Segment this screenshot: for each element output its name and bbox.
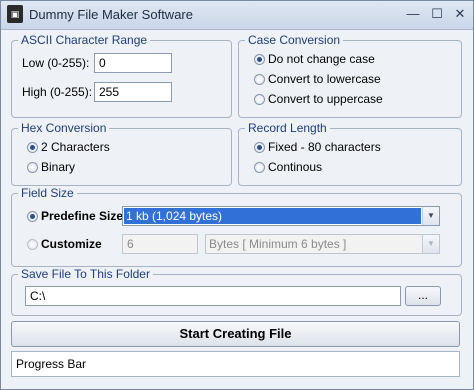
- fixed-80-label[interactable]: Fixed - 80 characters: [268, 140, 381, 154]
- customize-size-input[interactable]: 6: [122, 234, 198, 254]
- start-creating-file-button[interactable]: Start Creating File: [11, 321, 460, 347]
- hex-conversion-group: Hex Conversion 2 Characters Binary: [11, 121, 232, 186]
- record-length-group: Record Length Fixed - 80 characters Cont…: [238, 121, 462, 186]
- case-conversion-legend: Case Conversion: [245, 33, 344, 47]
- field-size-group: Field Size Predefine Size 1 kb (1,024 by…: [11, 186, 462, 267]
- radio-no-change-case[interactable]: [254, 54, 265, 65]
- radio-lowercase[interactable]: [254, 74, 265, 85]
- lowercase-label[interactable]: Convert to lowercase: [268, 72, 381, 86]
- binary-label[interactable]: Binary: [41, 160, 75, 174]
- close-icon[interactable]: ✕: [449, 5, 471, 23]
- ascii-range-group: ASCII Character Range Low (0-255): 0 Hig…: [11, 33, 232, 118]
- 2-characters-label[interactable]: 2 Characters: [41, 140, 110, 154]
- chevron-down-icon[interactable]: ▼: [422, 207, 439, 225]
- title-bar: ▣ Dummy File Maker Software — ☐ ✕: [1, 1, 473, 30]
- progress-bar: Progress Bar: [11, 351, 460, 377]
- hex-conversion-legend: Hex Conversion: [18, 121, 110, 135]
- low-label: Low (0-255):: [22, 56, 90, 70]
- record-length-legend: Record Length: [245, 121, 330, 135]
- radio-2-characters[interactable]: [27, 142, 38, 153]
- browse-button[interactable]: ...: [405, 286, 441, 306]
- unit-value: Bytes [ Minimum 6 bytes ]: [209, 237, 347, 251]
- chevron-down-icon[interactable]: ▼: [422, 235, 439, 253]
- radio-uppercase[interactable]: [254, 94, 265, 105]
- window-title: Dummy File Maker Software: [29, 7, 193, 22]
- minimize-icon[interactable]: —: [402, 5, 424, 23]
- high-label: High (0-255):: [22, 85, 93, 99]
- case-conversion-group: Case Conversion Do not change case Conve…: [238, 33, 462, 118]
- save-folder-legend: Save File To This Folder: [18, 267, 153, 281]
- unit-select[interactable]: Bytes [ Minimum 6 bytes ] ▼: [205, 234, 440, 254]
- app-icon: ▣: [7, 5, 23, 23]
- no-change-case-label[interactable]: Do not change case: [268, 52, 375, 66]
- save-folder-group: Save File To This Folder C:\ ...: [11, 267, 462, 316]
- maximize-icon[interactable]: ☐: [426, 5, 448, 23]
- predefine-size-label[interactable]: Predefine Size: [41, 209, 123, 223]
- radio-binary[interactable]: [27, 162, 38, 173]
- customize-label[interactable]: Customize: [41, 237, 102, 251]
- continous-label[interactable]: Continous: [268, 160, 322, 174]
- radio-fixed-80[interactable]: [254, 142, 265, 153]
- predefine-size-select[interactable]: 1 kb (1,024 bytes) ▼: [122, 206, 440, 226]
- predefine-size-value: 1 kb (1,024 bytes): [124, 208, 421, 224]
- app-window: ▣ Dummy File Maker Software — ☐ ✕ ASCII …: [0, 0, 474, 390]
- uppercase-label[interactable]: Convert to uppercase: [268, 92, 383, 106]
- ascii-range-legend: ASCII Character Range: [18, 33, 151, 47]
- radio-predefine-size[interactable]: [27, 211, 38, 222]
- folder-path-input[interactable]: C:\: [25, 286, 401, 306]
- field-size-legend: Field Size: [18, 186, 77, 200]
- low-input[interactable]: 0: [94, 53, 172, 73]
- high-input[interactable]: 255: [94, 82, 172, 102]
- radio-customize[interactable]: [27, 239, 38, 250]
- radio-continous[interactable]: [254, 162, 265, 173]
